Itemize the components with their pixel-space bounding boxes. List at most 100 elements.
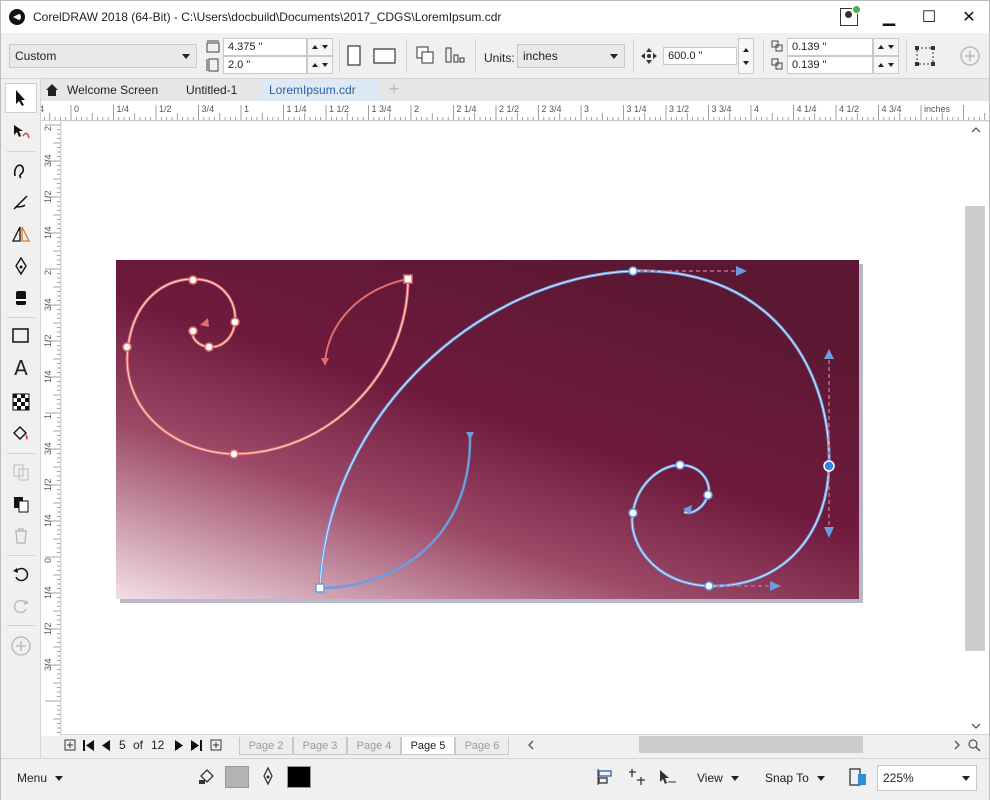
ruler-tick-label: 1/2 — [43, 190, 53, 203]
spiral-node[interactable] — [315, 583, 325, 593]
duplicate-y-input[interactable]: 0.139 " — [787, 56, 873, 74]
units-dropdown[interactable]: inches — [517, 44, 625, 68]
artwork[interactable] — [62, 122, 965, 734]
page-tab-4[interactable]: Page 4 — [347, 737, 401, 755]
align-distribute-icon[interactable] — [597, 768, 617, 786]
landscape-orientation-button[interactable] — [373, 47, 397, 65]
page-tab-2[interactable]: Page 2 — [239, 737, 293, 755]
vertical-ruler[interactable]: 2 3/4 1/2 1/4 2 3/4 1/2 1/4 1 3/4 1/2 1/4 0 1/4 1/2 3/4 — [41, 121, 61, 736]
object-manager-tool[interactable] — [5, 489, 37, 519]
page-tab-5[interactable]: Page 5 — [401, 737, 455, 755]
current-page-icon[interactable] — [445, 45, 467, 65]
page-width-stepper[interactable] — [307, 38, 333, 56]
insert-page-before-icon[interactable] — [63, 738, 77, 752]
next-page-icon[interactable] — [173, 739, 185, 753]
maximize-button[interactable]: ☐ — [909, 1, 949, 33]
freehand-tool[interactable] — [5, 155, 37, 185]
fill-color-swatch[interactable] — [225, 766, 249, 788]
scroll-up-icon[interactable] — [971, 126, 981, 134]
outline-pen-icon[interactable] — [259, 766, 277, 786]
close-button[interactable]: ✕ — [949, 1, 989, 33]
ruler-tick-label: 1/4 — [116, 104, 130, 114]
page-height-stepper[interactable] — [307, 56, 333, 74]
account-button[interactable] — [829, 1, 869, 33]
spiral-node[interactable] — [122, 342, 132, 352]
treat-as-filled-icon[interactable] — [914, 45, 936, 67]
nudge-distance-input[interactable]: 600.0 " — [663, 47, 737, 65]
delete-tool[interactable] — [5, 521, 37, 551]
minimize-button[interactable]: ▁ — [869, 1, 909, 33]
tab-scroll-left-icon[interactable] — [527, 740, 535, 750]
insert-page-after-icon[interactable] — [209, 738, 223, 752]
shape-tool[interactable] — [5, 117, 37, 147]
outline-color-swatch[interactable] — [287, 766, 311, 788]
ruler-tick-label: 3/4 — [43, 442, 53, 455]
symmetry-tool[interactable] — [5, 219, 37, 249]
page-tab-3[interactable]: Page 3 — [293, 737, 347, 755]
spiral-node[interactable] — [188, 275, 198, 285]
pen-tool[interactable] — [5, 251, 37, 281]
tab-untitled-1[interactable]: Untitled-1 — [178, 79, 260, 101]
copy-properties-tool[interactable] — [5, 457, 37, 487]
pick-tool[interactable] — [5, 83, 37, 113]
new-tab-icon[interactable]: + — [385, 80, 403, 99]
spiral-node[interactable] — [204, 342, 214, 352]
spiral-node[interactable] — [704, 581, 714, 591]
first-page-icon[interactable] — [82, 739, 96, 753]
nudge-distance-stepper[interactable] — [738, 38, 754, 74]
view-dropdown[interactable]: View — [697, 771, 739, 785]
ruler-tick-label: 2 — [43, 125, 53, 131]
text-tool[interactable]: A — [5, 353, 37, 383]
snap-grid-icon[interactable] — [627, 768, 647, 786]
spiral-node[interactable] — [229, 449, 239, 459]
last-page-icon[interactable] — [189, 739, 203, 753]
duplicate-y-icon — [771, 58, 783, 70]
coreldraw-logo-icon — [9, 9, 25, 25]
redo-button[interactable] — [5, 591, 37, 621]
selected-node[interactable] — [823, 460, 835, 472]
artistic-media-tool[interactable] — [5, 187, 37, 217]
transparency-tool[interactable] — [5, 387, 37, 417]
spiral-node[interactable] — [188, 326, 198, 336]
previous-page-icon[interactable] — [100, 739, 112, 753]
undo-button[interactable] — [5, 559, 37, 589]
duplicate-y-stepper[interactable] — [873, 56, 899, 74]
scroll-down-icon[interactable] — [971, 722, 981, 730]
tab-welcome-screen[interactable]: Welcome Screen — [59, 79, 177, 101]
document-palette-icon[interactable] — [847, 766, 869, 788]
zoom-navigator-icon[interactable] — [967, 738, 981, 752]
vertical-scroll-thumb[interactable] — [965, 206, 985, 651]
fill-properties-icon[interactable] — [197, 766, 217, 786]
quick-customize-icon[interactable] — [959, 45, 981, 67]
horizontal-ruler[interactable]: 1/4 0 1/4 1/2 3/4 1 1 1/4 1 1/2 1 3/4 2 2 1/4 2 1/2… — [41, 101, 989, 121]
page-height-input[interactable]: 2.0 " — [223, 56, 307, 74]
spiral-node[interactable] — [230, 317, 240, 327]
scroll-right-icon[interactable] — [953, 740, 961, 750]
ruler-tick-label: 1 3/4 — [371, 104, 392, 114]
rectangle-tool[interactable] — [5, 321, 37, 351]
current-page-number[interactable]: 5 — [119, 738, 126, 752]
eraser-tool[interactable] — [5, 283, 37, 313]
duplicate-x-input[interactable]: 0.139 " — [787, 38, 873, 56]
page-tab-6[interactable]: Page 6 — [455, 737, 509, 755]
ruler-tick-label: 1 — [244, 104, 250, 114]
horizontal-scroll-thumb[interactable] — [639, 736, 863, 753]
page-width-input[interactable]: 4.375 " — [223, 38, 307, 56]
drawing-canvas[interactable] — [62, 122, 965, 734]
spiral-node[interactable] — [675, 460, 685, 470]
snap-to-dropdown[interactable]: Snap To — [765, 771, 825, 785]
spiral-node[interactable] — [403, 274, 413, 284]
tab-loremipsum[interactable]: LoremIpsum.cdr — [261, 79, 379, 101]
portrait-orientation-button[interactable] — [346, 45, 362, 67]
spiral-node[interactable] — [628, 508, 638, 518]
spiral-node[interactable] — [628, 266, 638, 276]
zoom-level-dropdown[interactable]: 225% — [877, 765, 977, 791]
all-pages-icon[interactable] — [415, 45, 435, 65]
spiral-node[interactable] — [703, 490, 713, 500]
interactive-fill-tool[interactable] — [5, 419, 37, 449]
menu-dropdown[interactable]: Menu — [17, 771, 64, 785]
duplicate-x-stepper[interactable] — [873, 38, 899, 56]
page-size-dropdown[interactable]: Custom — [9, 44, 197, 68]
add-tool-button[interactable] — [5, 631, 37, 661]
dynamic-guides-icon[interactable] — [657, 768, 677, 786]
